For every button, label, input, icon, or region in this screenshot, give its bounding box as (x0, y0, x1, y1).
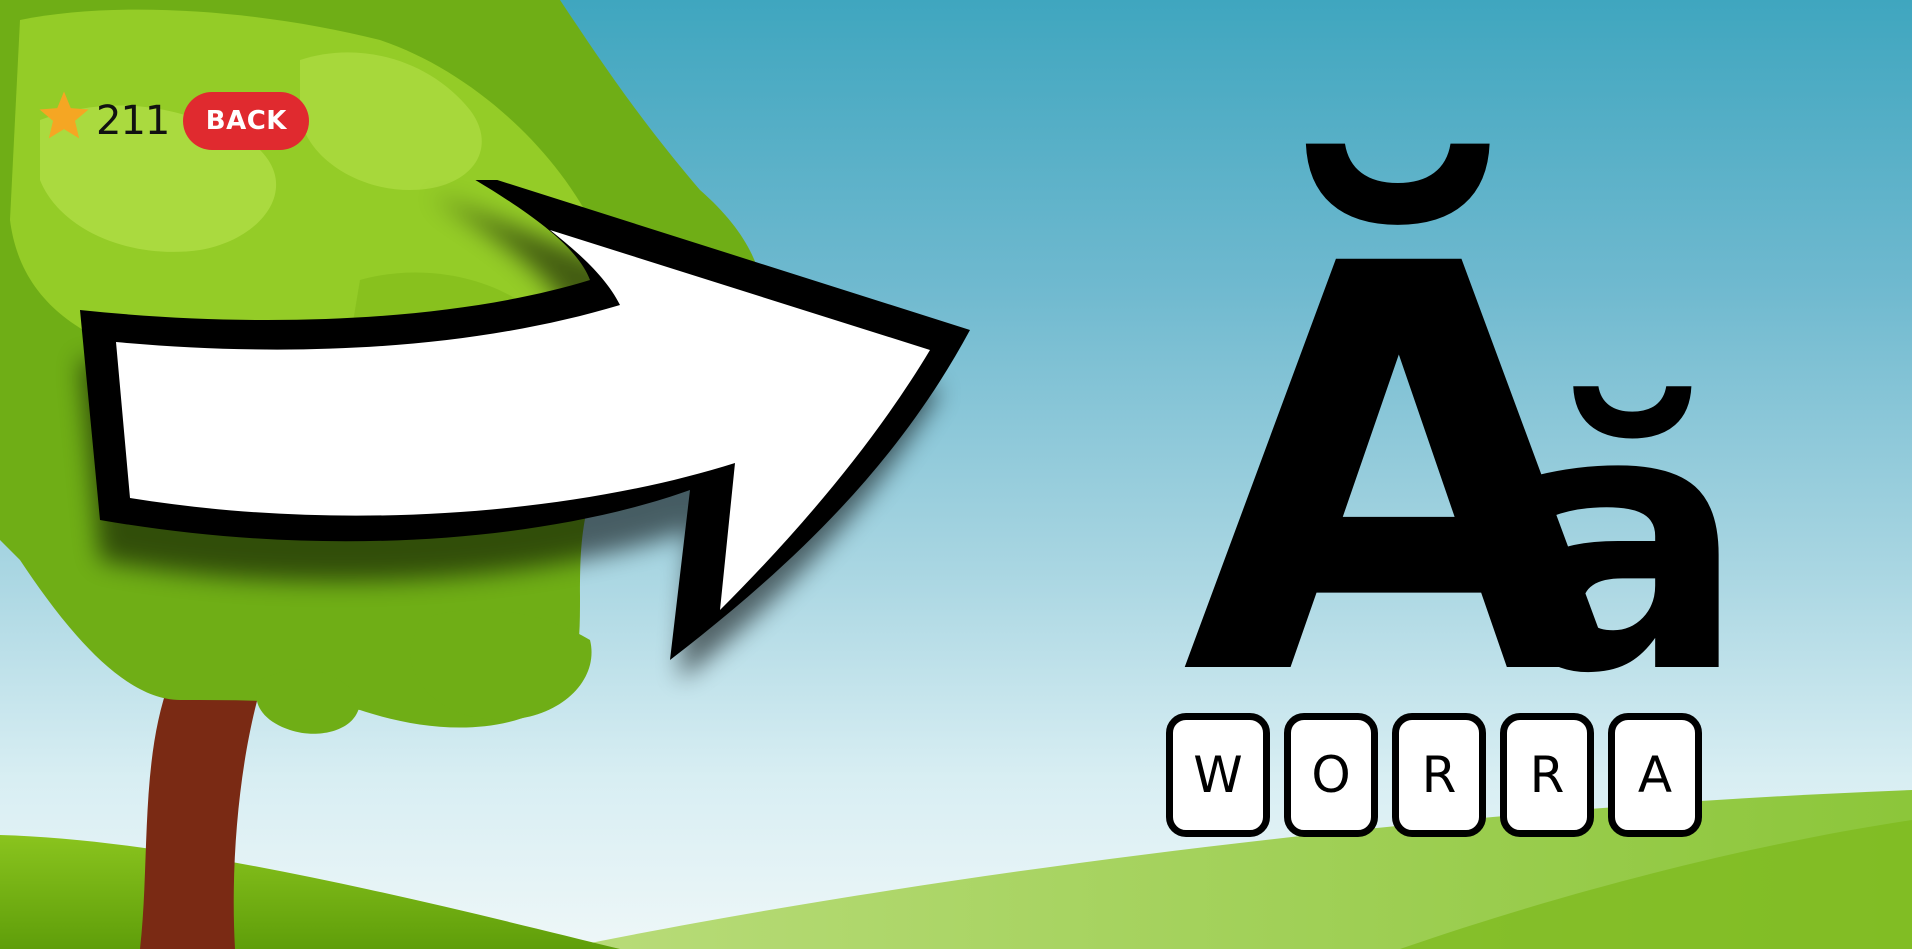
answer-tiles: W O R R A (1166, 713, 1702, 851)
letter-tile-3[interactable]: R (1392, 713, 1486, 837)
score-count: 211 (96, 98, 170, 144)
back-button[interactable]: BACK (183, 92, 310, 150)
letter-tile-4[interactable]: R (1500, 713, 1594, 837)
right-arrow-icon (30, 165, 990, 820)
letter-display: Ă ă (1168, 140, 1747, 800)
lowercase-letter: ă (1504, 333, 1728, 680)
hud-bar: 211 BACK (36, 86, 310, 156)
star-icon (39, 91, 89, 139)
letter-tile-1[interactable]: W (1166, 713, 1270, 837)
letter-tile-2[interactable]: O (1284, 713, 1378, 837)
game-scene: 211 BACK Ă ă W O R R A (0, 0, 1912, 949)
letter-tile-5[interactable]: A (1608, 713, 1702, 837)
